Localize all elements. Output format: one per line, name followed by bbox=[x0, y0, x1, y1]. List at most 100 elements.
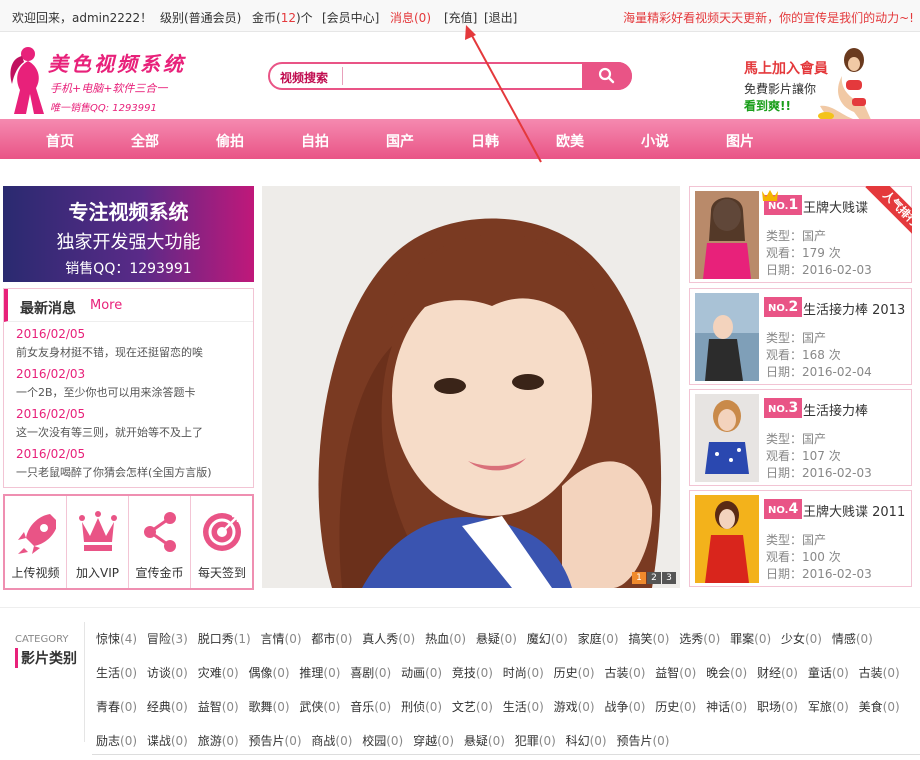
category-item[interactable]: 竞技(0) bbox=[452, 666, 493, 680]
category-name[interactable]: 喜剧 bbox=[350, 666, 374, 680]
category-item[interactable]: 生活(0) bbox=[503, 700, 544, 714]
category-name[interactable]: 游戏 bbox=[554, 700, 578, 714]
category-name[interactable]: 时尚 bbox=[503, 666, 527, 680]
category-item[interactable]: 灾难(0) bbox=[198, 666, 239, 680]
ranking-title[interactable]: 生活接力棒 2013 bbox=[803, 299, 905, 318]
category-item[interactable]: 偶像(0) bbox=[249, 666, 290, 680]
recharge-link[interactable]: [充值] bbox=[444, 9, 477, 26]
category-item[interactable]: 家庭(0) bbox=[578, 632, 619, 646]
ranking-title[interactable]: 生活接力棒 bbox=[803, 400, 868, 419]
category-name[interactable]: 商战 bbox=[311, 734, 335, 748]
category-name[interactable]: 武侠 bbox=[299, 700, 323, 714]
category-name[interactable]: 真人秀 bbox=[362, 632, 398, 646]
member-center-link[interactable]: [会员中心] bbox=[322, 9, 379, 26]
category-item[interactable]: 益智(0) bbox=[198, 700, 239, 714]
search-button[interactable] bbox=[582, 62, 632, 90]
site-logo[interactable]: 美色视频系统 手机+电脑+软件三合一 唯一销售QQ: 1293991 bbox=[4, 44, 183, 116]
category-item[interactable]: 军旅(0) bbox=[808, 700, 849, 714]
category-item[interactable]: 神话(0) bbox=[706, 700, 747, 714]
category-name[interactable]: 言情 bbox=[261, 632, 285, 646]
category-item[interactable]: 励志(0) bbox=[96, 734, 137, 748]
news-item[interactable]: 2016/02/03 一个2B，至少你也可以用来涂答题卡 bbox=[16, 367, 248, 407]
category-name[interactable]: 家庭 bbox=[578, 632, 602, 646]
category-item[interactable]: 穿越(0) bbox=[413, 734, 454, 748]
category-item[interactable]: 校园(0) bbox=[362, 734, 403, 748]
nav-item-jpkr[interactable]: 日韩 bbox=[455, 131, 515, 151]
category-item[interactable]: 文艺(0) bbox=[452, 700, 493, 714]
nav-item-candid[interactable]: 偷拍 bbox=[200, 131, 260, 151]
category-name[interactable]: 益智 bbox=[655, 666, 679, 680]
category-item[interactable]: 童话(0) bbox=[808, 666, 849, 680]
category-item[interactable]: 搞笑(0) bbox=[628, 632, 669, 646]
category-name[interactable]: 谍战 bbox=[147, 734, 171, 748]
category-item[interactable]: 推理(0) bbox=[299, 666, 340, 680]
category-name[interactable]: 脱口秀 bbox=[198, 632, 234, 646]
category-item[interactable]: 历史(0) bbox=[554, 666, 595, 680]
category-name[interactable]: 历史 bbox=[655, 700, 679, 714]
nav-item-selfie[interactable]: 自拍 bbox=[285, 131, 345, 151]
category-name[interactable]: 神话 bbox=[706, 700, 730, 714]
search-input[interactable] bbox=[342, 67, 542, 85]
category-name[interactable]: 犯罪 bbox=[515, 734, 539, 748]
daily-checkin-button[interactable]: 每天签到 bbox=[191, 496, 253, 588]
category-item[interactable]: 历史(0) bbox=[655, 700, 696, 714]
category-item[interactable]: 旅游(0) bbox=[198, 734, 239, 748]
category-item[interactable]: 古装(0) bbox=[604, 666, 645, 680]
category-item[interactable]: 言情(0) bbox=[261, 632, 302, 646]
category-item[interactable]: 晚会(0) bbox=[706, 666, 747, 680]
category-item[interactable]: 商战(0) bbox=[311, 734, 352, 748]
category-name[interactable]: 旅游 bbox=[198, 734, 222, 748]
category-name[interactable]: 灾难 bbox=[198, 666, 222, 680]
category-name[interactable]: 悬疑 bbox=[476, 632, 500, 646]
category-item[interactable]: 时尚(0) bbox=[503, 666, 544, 680]
category-name[interactable]: 惊悚 bbox=[96, 632, 120, 646]
category-item[interactable]: 科幻(0) bbox=[566, 734, 607, 748]
category-name[interactable]: 美食 bbox=[859, 700, 883, 714]
category-name[interactable]: 经典 bbox=[147, 700, 171, 714]
category-item[interactable]: 悬疑(0) bbox=[464, 734, 505, 748]
category-name[interactable]: 穿越 bbox=[413, 734, 437, 748]
news-text[interactable]: 一个2B，至少你也可以用来涂答题卡 bbox=[16, 384, 248, 400]
category-name[interactable]: 生活 bbox=[503, 700, 527, 714]
slider-dot[interactable]: 2 bbox=[647, 572, 661, 584]
news-item[interactable]: 2016/02/05 这一次没有等三则，就开始等不及上了 bbox=[16, 407, 248, 447]
category-item[interactable]: 情感(0) bbox=[832, 632, 873, 646]
category-name[interactable]: 访谈 bbox=[147, 666, 171, 680]
category-item[interactable]: 经典(0) bbox=[147, 700, 188, 714]
category-name[interactable]: 动画 bbox=[401, 666, 425, 680]
category-name[interactable]: 文艺 bbox=[452, 700, 476, 714]
category-item[interactable]: 脱口秀(1) bbox=[198, 632, 251, 646]
category-item[interactable]: 喜剧(0) bbox=[350, 666, 391, 680]
category-item[interactable]: 青春(0) bbox=[96, 700, 137, 714]
category-name[interactable]: 少女 bbox=[781, 632, 805, 646]
news-text[interactable]: 一只老鼠喝醉了你猜会怎样(全国方言版) bbox=[16, 464, 248, 480]
category-item[interactable]: 刑侦(0) bbox=[401, 700, 442, 714]
logout-link[interactable]: [退出] bbox=[484, 9, 517, 26]
category-name[interactable]: 古装 bbox=[604, 666, 628, 680]
category-name[interactable]: 悬疑 bbox=[464, 734, 488, 748]
category-name[interactable]: 刑侦 bbox=[401, 700, 425, 714]
category-item[interactable]: 益智(0) bbox=[655, 666, 696, 680]
category-item[interactable]: 财经(0) bbox=[757, 666, 798, 680]
category-item[interactable]: 游戏(0) bbox=[554, 700, 595, 714]
category-item[interactable]: 武侠(0) bbox=[299, 700, 340, 714]
category-item[interactable]: 歌舞(0) bbox=[249, 700, 290, 714]
news-text[interactable]: 这一次没有等三则，就开始等不及上了 bbox=[16, 424, 248, 440]
category-item[interactable]: 惊悚(4) bbox=[96, 632, 137, 646]
category-name[interactable]: 魔幻 bbox=[527, 632, 551, 646]
category-item[interactable]: 犯罪(0) bbox=[515, 734, 556, 748]
category-item[interactable]: 战争(0) bbox=[604, 700, 645, 714]
category-name[interactable]: 古装 bbox=[859, 666, 883, 680]
news-text[interactable]: 前女友身材挺不错，现在还挺留恋的唉 bbox=[16, 344, 248, 360]
category-name[interactable]: 推理 bbox=[299, 666, 323, 680]
category-name[interactable]: 军旅 bbox=[808, 700, 832, 714]
category-name[interactable]: 财经 bbox=[757, 666, 781, 680]
upload-video-button[interactable]: 上传视频 bbox=[5, 496, 67, 588]
category-item[interactable]: 罪案(0) bbox=[730, 632, 771, 646]
news-more-link[interactable]: More bbox=[90, 298, 122, 313]
category-name[interactable]: 科幻 bbox=[566, 734, 590, 748]
category-item[interactable]: 古装(0) bbox=[859, 666, 900, 680]
category-item[interactable]: 美食(0) bbox=[859, 700, 900, 714]
category-name[interactable]: 职场 bbox=[757, 700, 781, 714]
category-name[interactable]: 益智 bbox=[198, 700, 222, 714]
